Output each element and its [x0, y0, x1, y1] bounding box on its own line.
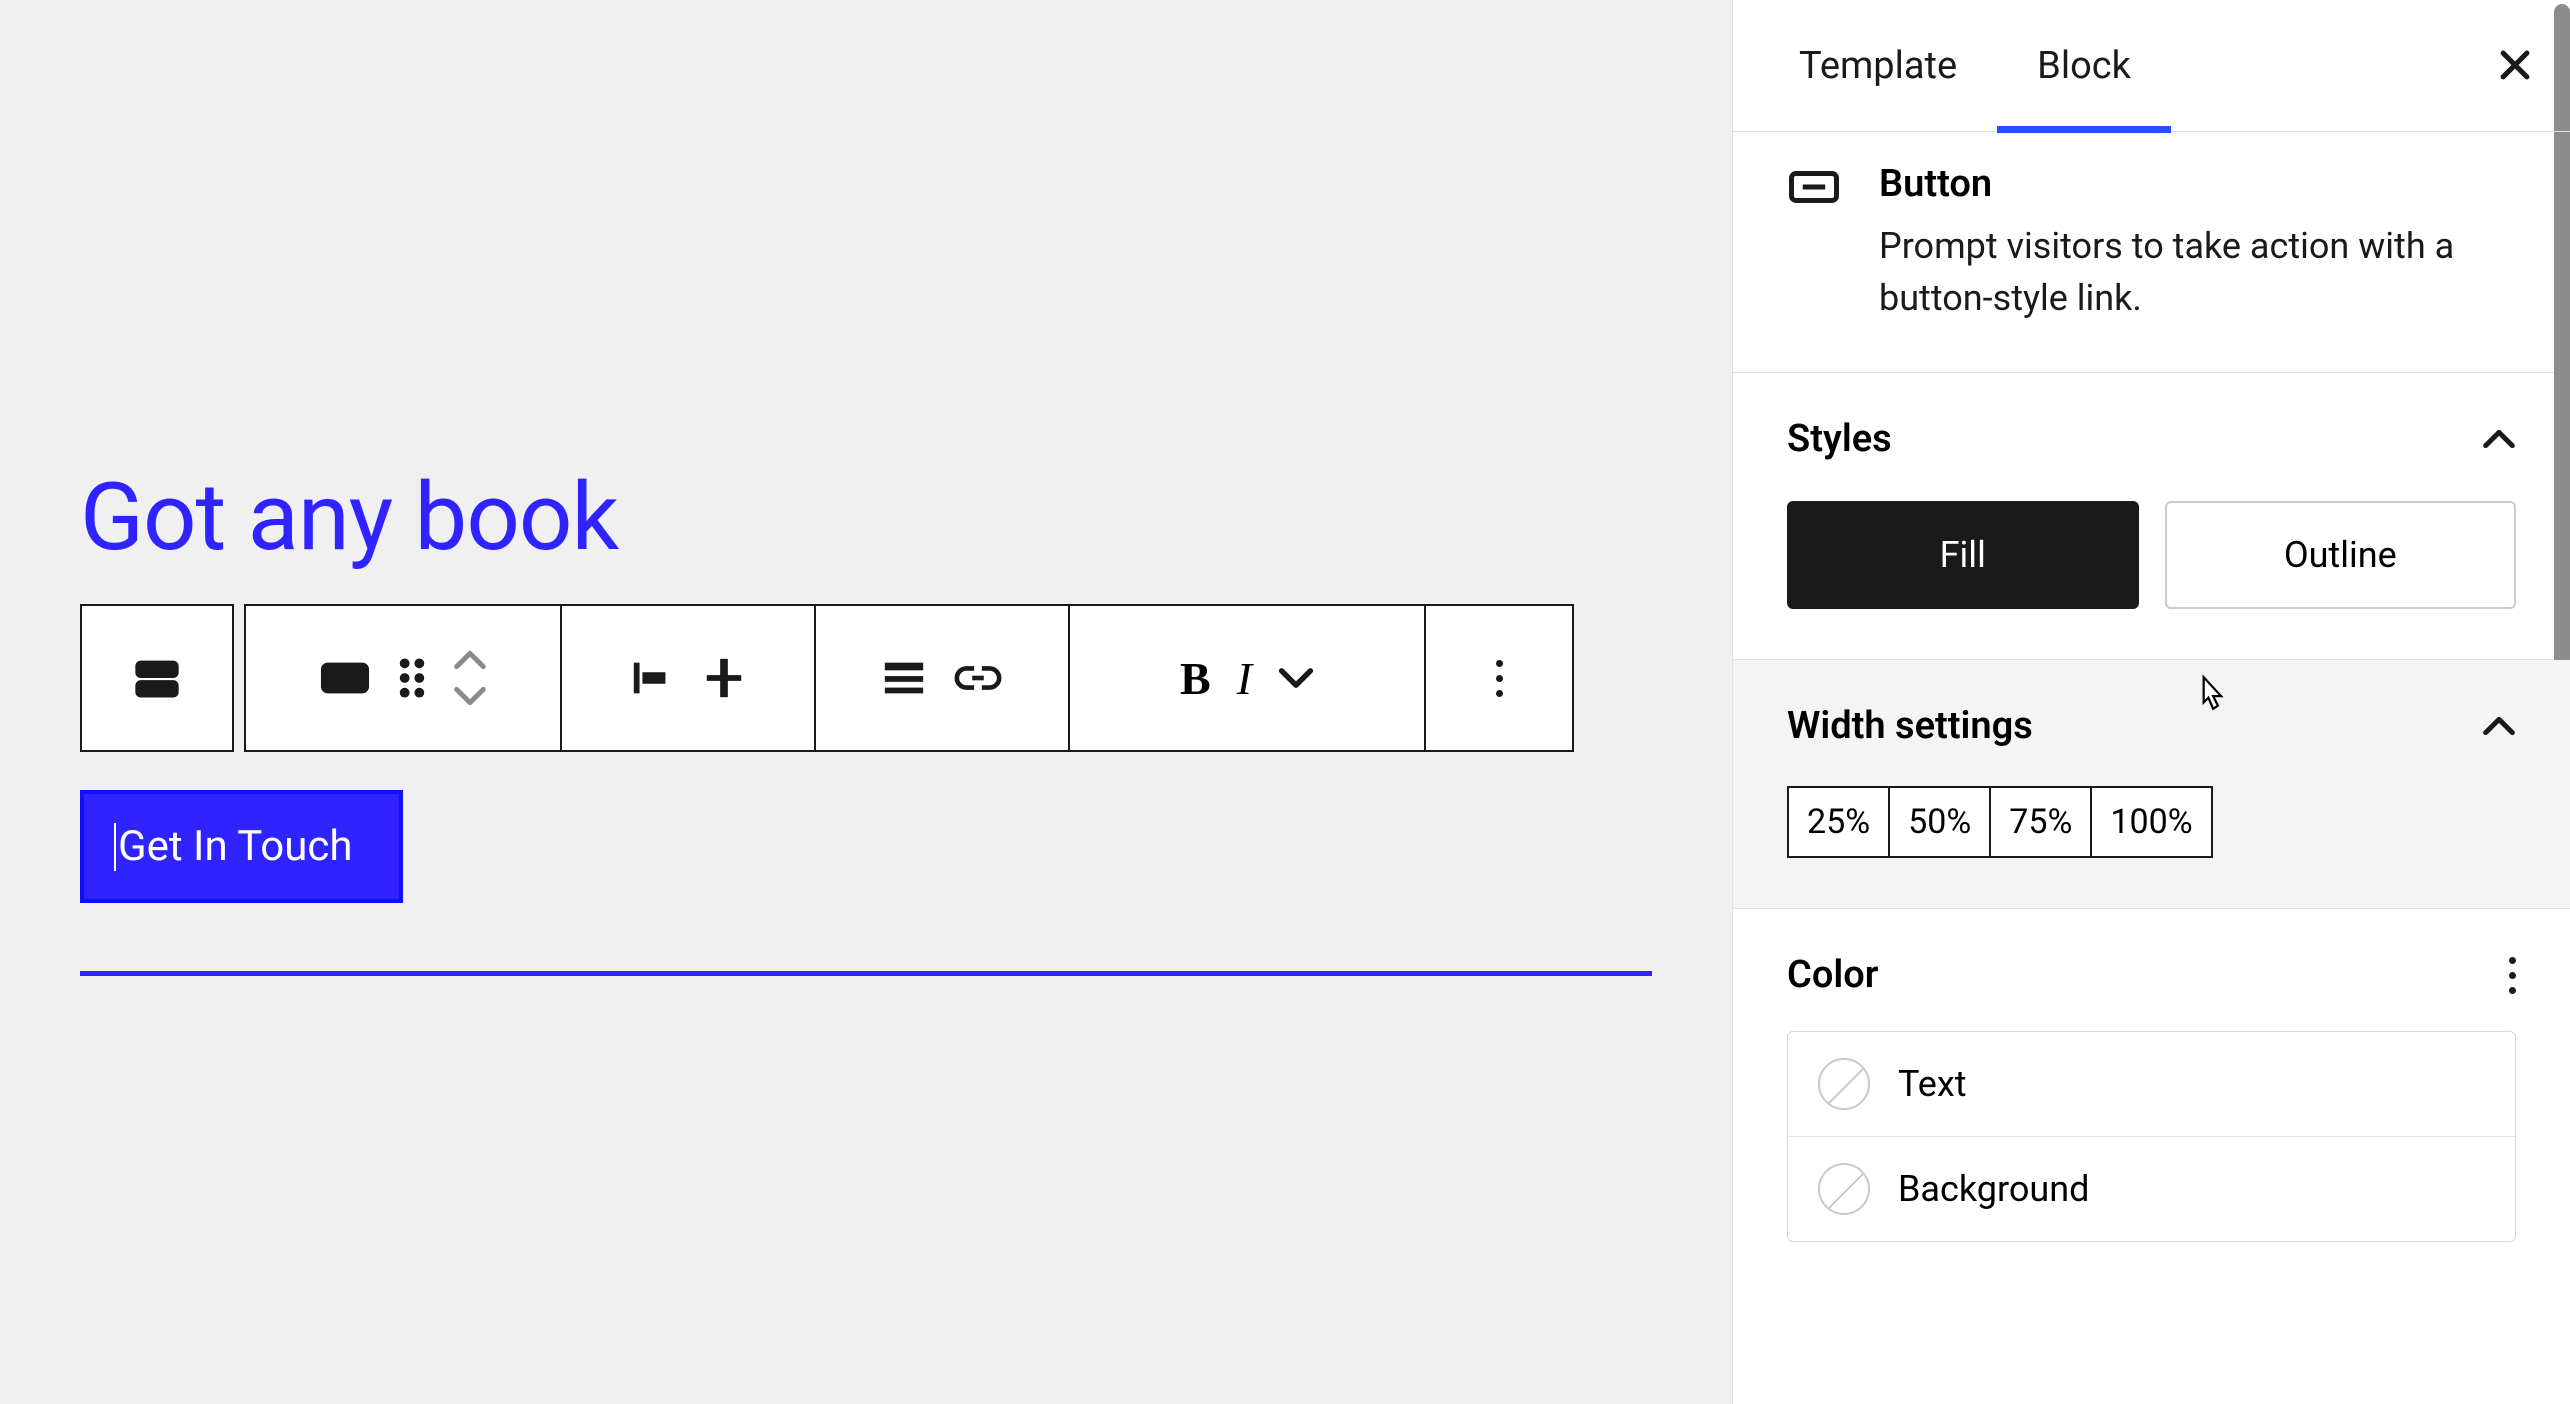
- color-text-row[interactable]: Text: [1788, 1032, 2515, 1136]
- empty-swatch-icon: [1818, 1163, 1870, 1215]
- empty-swatch-icon: [1818, 1058, 1870, 1110]
- block-name: Button: [1879, 162, 2516, 206]
- chevron-up-icon: [2482, 429, 2516, 449]
- block-options-button[interactable]: [1496, 660, 1503, 697]
- more-options-icon: [2509, 957, 2516, 994]
- button-block-icon: [1787, 166, 1841, 208]
- block-type-button[interactable]: [131, 652, 183, 704]
- bold-button[interactable]: B: [1180, 652, 1211, 705]
- move-down-button[interactable]: [453, 686, 487, 706]
- button-icon: [319, 657, 371, 699]
- color-background-row[interactable]: Background: [1788, 1136, 2515, 1241]
- panel-width-settings: Width settings 25% 50% 75% 100%: [1733, 660, 2570, 909]
- width-100-button[interactable]: 100%: [2090, 786, 2212, 858]
- width-75-button[interactable]: 75%: [1989, 786, 2090, 858]
- chevron-up-icon: [453, 650, 487, 670]
- toolbar-group-main: B I: [244, 604, 1574, 752]
- color-background-label: Background: [1898, 1168, 2089, 1210]
- move-up-button[interactable]: [453, 650, 487, 670]
- drag-icon: [397, 656, 427, 700]
- width-button-group: 25% 50% 75% 100%: [1787, 786, 2516, 858]
- color-panel-options-button[interactable]: [2509, 957, 2516, 994]
- block-selection-underline: [80, 971, 1652, 976]
- color-text-label: Text: [1898, 1063, 1966, 1105]
- link-button[interactable]: [953, 662, 1003, 694]
- transform-button[interactable]: [319, 657, 371, 699]
- justify-left-icon: [629, 655, 675, 701]
- width-50-button[interactable]: 50%: [1888, 786, 1989, 858]
- panel-width-header[interactable]: Width settings: [1787, 704, 2516, 748]
- block-summary: Button Prompt visitors to take action wi…: [1733, 132, 2570, 373]
- settings-sidebar: Template Block Button Prompt visitors to…: [1732, 0, 2570, 1404]
- panel-width-title: Width settings: [1787, 704, 2033, 748]
- button-block-text[interactable]: Get In Touch: [118, 822, 353, 871]
- toolbar-group-block-type: [80, 604, 234, 752]
- buttons-block-icon: [131, 652, 183, 704]
- tab-block[interactable]: Block: [1997, 0, 2171, 132]
- close-icon: [2498, 48, 2532, 82]
- link-icon: [953, 662, 1003, 694]
- tab-template[interactable]: Template: [1759, 0, 1997, 132]
- panel-styles-header[interactable]: Styles: [1787, 417, 2516, 461]
- panel-color: Color Text Background: [1733, 909, 2570, 1292]
- style-fill-button[interactable]: Fill: [1787, 501, 2139, 609]
- editor-canvas: Got any book: [0, 0, 1732, 1404]
- more-rich-text-button[interactable]: [1278, 667, 1314, 689]
- align-top-icon: [701, 655, 747, 701]
- panel-styles-title: Styles: [1787, 417, 1892, 461]
- width-25-button[interactable]: 25%: [1787, 786, 1888, 858]
- panel-styles: Styles Fill Outline: [1733, 373, 2570, 660]
- justify-items-button[interactable]: [629, 655, 675, 701]
- align-button[interactable]: [881, 658, 927, 698]
- italic-button[interactable]: I: [1237, 652, 1252, 705]
- panel-color-title: Color: [1787, 953, 1878, 997]
- text-caret: [114, 823, 116, 871]
- more-options-icon: [1496, 660, 1503, 697]
- vertical-align-button[interactable]: [701, 655, 747, 701]
- block-toolbar: B I: [80, 604, 1652, 752]
- sidebar-tabs: Template Block: [1733, 0, 2570, 132]
- align-icon: [881, 658, 927, 698]
- close-sidebar-button[interactable]: [2486, 37, 2544, 94]
- style-outline-button[interactable]: Outline: [2165, 501, 2517, 609]
- page-heading[interactable]: Got any book: [80, 470, 1652, 564]
- drag-handle[interactable]: [397, 656, 427, 700]
- chevron-down-icon: [1278, 667, 1314, 689]
- button-block[interactable]: Get In Touch: [80, 790, 403, 903]
- chevron-down-icon: [453, 686, 487, 706]
- block-description: Prompt visitors to take action with a bu…: [1879, 220, 2516, 324]
- chevron-up-icon: [2482, 716, 2516, 736]
